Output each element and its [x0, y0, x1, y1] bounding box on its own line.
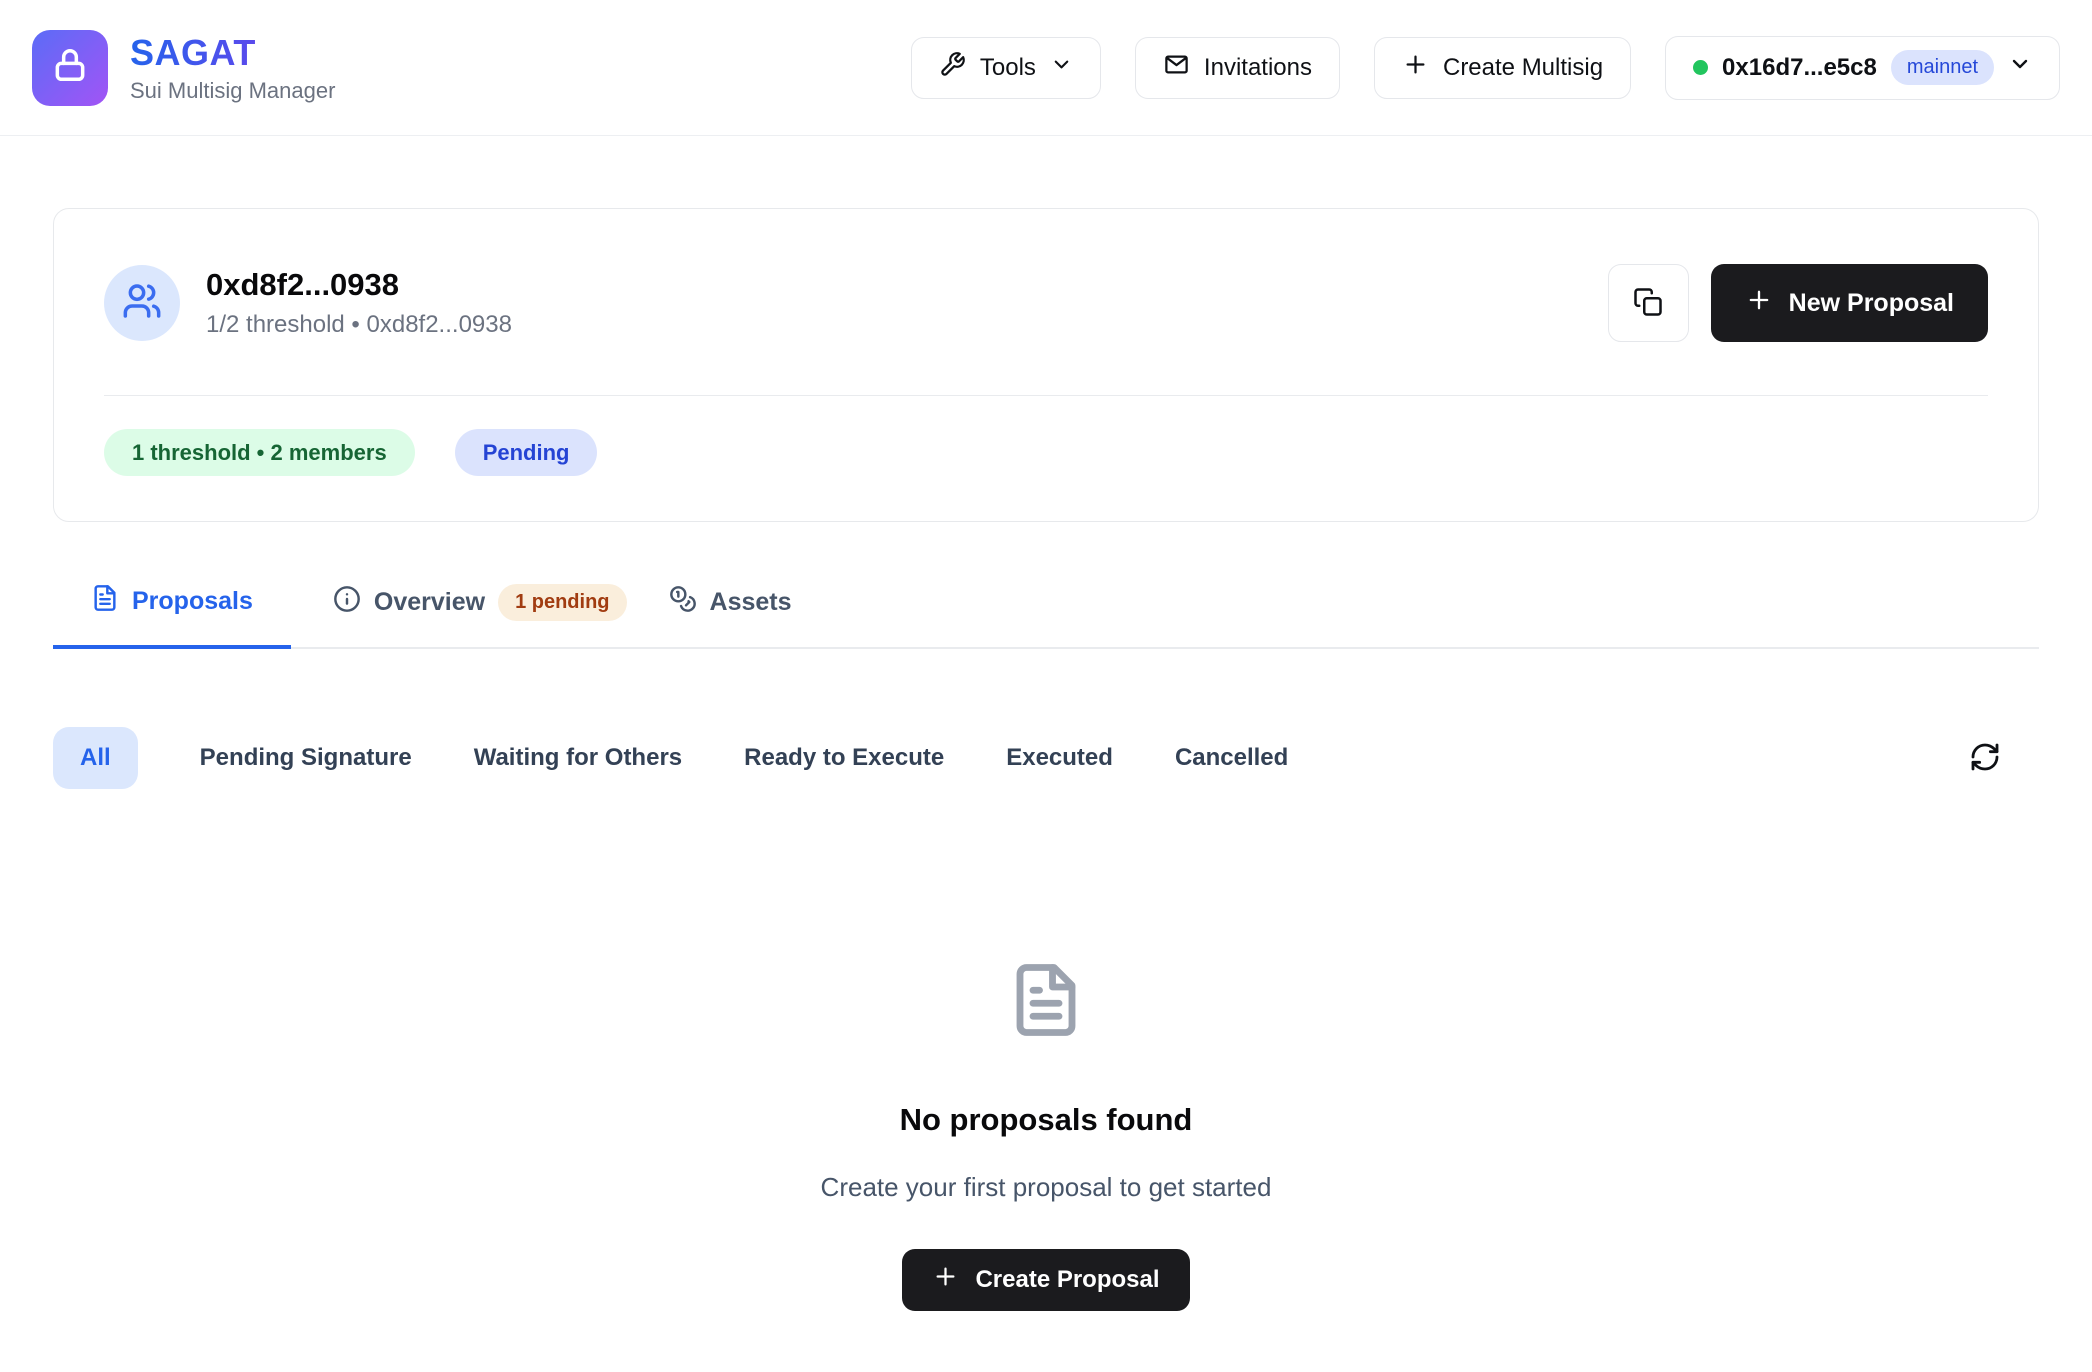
card-divider: [104, 395, 1988, 396]
info-icon: [333, 585, 361, 620]
tools-label: Tools: [980, 54, 1036, 82]
refresh-button[interactable]: [1969, 741, 2001, 776]
create-proposal-button[interactable]: Create Proposal: [902, 1249, 1189, 1311]
tab-assets[interactable]: Assets: [669, 584, 792, 647]
main-content: 0xd8f2...0938 1/2 threshold • 0xd8f2...0…: [0, 208, 2092, 1311]
multisig-avatar: [104, 265, 180, 341]
filter-all[interactable]: All: [53, 727, 138, 789]
pending-count-badge: 1 pending: [498, 584, 626, 621]
copy-icon: [1633, 287, 1663, 320]
wallet-address: 0x16d7...e5c8: [1722, 54, 1877, 82]
create-multisig-label: Create Multisig: [1443, 54, 1603, 82]
file-text-icon: [91, 584, 119, 619]
empty-state-title: No proposals found: [900, 1102, 1193, 1138]
plus-icon: [1745, 286, 1773, 321]
proposal-filter-bar: All Pending Signature Waiting for Others…: [53, 727, 2039, 789]
members-badge: 1 threshold • 2 members: [104, 429, 415, 476]
tab-proposals[interactable]: Proposals: [53, 584, 291, 649]
coins-icon: [669, 585, 697, 620]
multisig-subtitle: 1/2 threshold • 0xd8f2...0938: [206, 311, 512, 339]
chevron-down-icon: [1050, 53, 1073, 83]
lock-icon: [51, 46, 89, 89]
chevron-down-icon: [2008, 52, 2032, 83]
filter-cancelled[interactable]: Cancelled: [1175, 744, 1288, 772]
users-icon: [122, 281, 162, 326]
new-proposal-button[interactable]: New Proposal: [1711, 264, 1988, 342]
tab-overview-label: Overview: [374, 588, 485, 617]
connection-status-dot: [1693, 60, 1708, 75]
tab-bar: Proposals Overview 1 pending Assets: [53, 584, 2039, 649]
file-text-icon: [1007, 961, 1085, 1044]
filter-executed[interactable]: Executed: [1006, 744, 1113, 772]
multisig-card: 0xd8f2...0938 1/2 threshold • 0xd8f2...0…: [53, 208, 2039, 522]
invitations-button[interactable]: Invitations: [1135, 37, 1340, 99]
copy-address-button[interactable]: [1608, 264, 1689, 342]
tab-proposals-label: Proposals: [132, 587, 253, 616]
wallet-selector[interactable]: 0x16d7...e5c8 mainnet: [1665, 36, 2060, 100]
filter-pending-signature[interactable]: Pending Signature: [200, 744, 412, 772]
refresh-icon: [1969, 741, 2001, 776]
tab-assets-label: Assets: [710, 588, 792, 617]
plus-icon: [1402, 51, 1429, 85]
invitations-label: Invitations: [1204, 54, 1312, 82]
plus-icon: [932, 1263, 959, 1297]
filter-waiting-for-others[interactable]: Waiting for Others: [474, 744, 682, 772]
wrench-icon: [939, 51, 966, 85]
app-subtitle: Sui Multisig Manager: [130, 78, 335, 104]
empty-state: No proposals found Create your first pro…: [53, 961, 2039, 1311]
app-title: SAGAT: [130, 32, 335, 74]
app-header: SAGAT Sui Multisig Manager Tools Invitat…: [0, 0, 2092, 136]
brand-block: SAGAT Sui Multisig Manager: [130, 32, 335, 104]
status-badge: Pending: [455, 429, 598, 476]
multisig-title: 0xd8f2...0938: [206, 267, 512, 303]
filter-ready-to-execute[interactable]: Ready to Execute: [744, 744, 944, 772]
app-logo: [32, 30, 108, 106]
network-badge: mainnet: [1891, 50, 1994, 85]
create-proposal-label: Create Proposal: [975, 1266, 1159, 1294]
tab-overview[interactable]: Overview 1 pending: [333, 584, 627, 647]
tools-menu-button[interactable]: Tools: [911, 37, 1101, 99]
mail-icon: [1163, 51, 1190, 85]
empty-state-subtitle: Create your first proposal to get starte…: [821, 1172, 1272, 1203]
create-multisig-button[interactable]: Create Multisig: [1374, 37, 1631, 99]
new-proposal-label: New Proposal: [1789, 289, 1954, 318]
